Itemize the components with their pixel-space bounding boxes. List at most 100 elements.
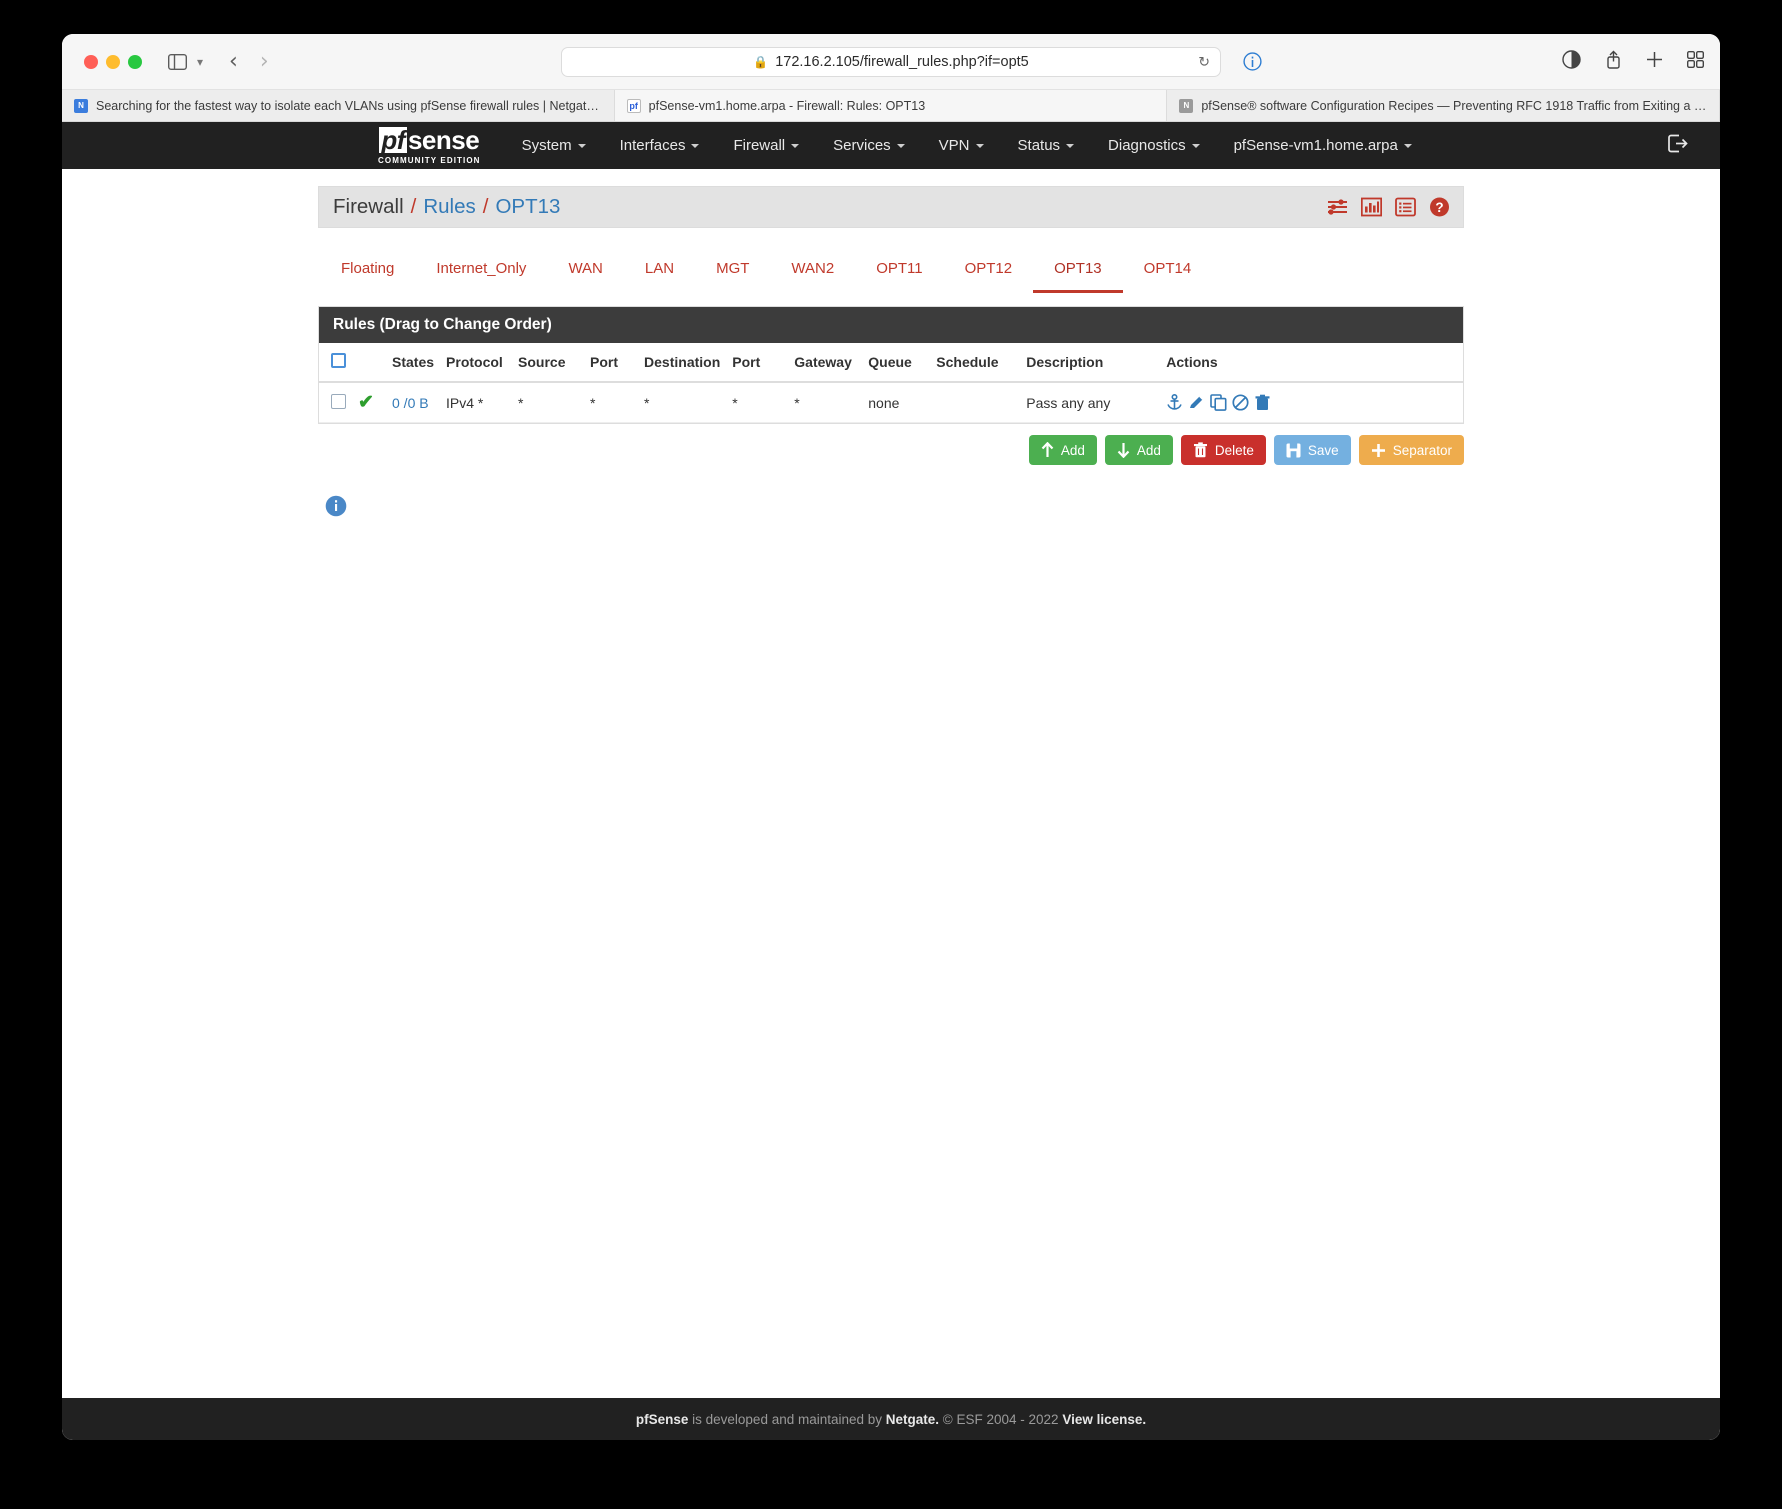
page-footer: pfSense is developed and maintained by N… [62,1398,1720,1440]
delete-button-label: Delete [1214,442,1254,458]
row-schedule [930,382,1021,423]
chevron-down-icon [896,144,905,149]
add-rule-bottom-button[interactable]: Add [1104,435,1173,465]
browser-tab-title: pfSense® software Configuration Recipes … [1201,98,1708,113]
nav-item-interfaces[interactable]: Interfaces [603,122,717,169]
nav-item-status[interactable]: Status [1001,122,1092,169]
column-source-port: Port [584,343,639,383]
list-icon[interactable] [1395,197,1416,218]
breadcrumb-separator: / [410,195,417,218]
breadcrumb-rules-link[interactable]: Rules [423,195,475,218]
maximize-window-button[interactable] [128,54,142,69]
copy-icon[interactable] [1210,394,1227,411]
browser-window: ▾ ‹ › 🔒 172.16.2.105/firewall_rules.php?… [62,34,1720,1440]
tab-opt14[interactable]: OPT14 [1123,250,1213,293]
browser-tab-0[interactable]: N Searching for the fastest way to isola… [62,90,615,121]
tab-internet-only[interactable]: Internet_Only [415,250,547,293]
anchor-icon[interactable] [1166,394,1183,411]
pfsense-logo[interactable]: pf sense COMMUNITY EDITION [378,126,481,165]
share-icon[interactable] [1605,50,1622,74]
edit-icon[interactable] [1188,394,1205,411]
column-destination: Destination [638,343,727,383]
delete-icon[interactable] [1254,394,1271,411]
pfsense-favicon: pf [626,98,641,113]
nav-item-services[interactable]: Services [816,122,922,169]
column-gateway: Gateway [788,343,863,383]
pass-check-icon[interactable]: ✔ [358,392,374,413]
reader-mode-icon[interactable] [1562,49,1581,74]
tab-opt13[interactable]: OPT13 [1033,250,1123,293]
page-info-icon[interactable] [1243,52,1262,71]
row-source-port: * [584,382,639,423]
sliders-icon[interactable] [1327,197,1348,218]
separator-button[interactable]: Separator [1358,435,1464,465]
breadcrumb-icons: ? [1327,197,1450,218]
browser-tab-1[interactable]: pf pfSense-vm1.home.arpa - Firewall: Rul… [614,90,1168,121]
chevron-down-icon [791,144,800,149]
tab-lan[interactable]: LAN [624,250,695,293]
rules-table-body: ✔ 0 /0 B IPv4 * * * * * * none Pass any … [319,382,1463,423]
footer-text: pfSense is developed and maintained by N… [636,1412,1146,1427]
forward-button[interactable]: › [260,50,269,73]
community-edition-label: COMMUNITY EDITION [378,155,481,165]
row-dest-port: * [726,382,789,423]
tab-wan[interactable]: WAN [547,250,623,293]
row-status-cell: ✔ [352,382,386,423]
row-protocol: IPv4 * [440,382,513,423]
legend-info-icon[interactable] [325,495,1464,522]
delete-button[interactable]: Delete [1180,435,1266,465]
row-states-link[interactable]: 0 /0 B [392,395,429,411]
add-rule-bottom-label: Add [1136,442,1161,458]
footer-license-link[interactable]: View license. [1062,1412,1146,1427]
close-window-button[interactable] [84,54,98,69]
tab-opt12[interactable]: OPT12 [944,250,1034,293]
row-checkbox[interactable] [331,393,346,409]
tab-opt11[interactable]: OPT11 [855,250,943,293]
help-icon[interactable]: ? [1429,197,1450,218]
logout-icon[interactable] [1668,134,1688,157]
breadcrumb-text: Firewall / Rules / OPT13 [333,195,560,219]
lock-icon: 🔒 [753,54,769,69]
tab-floating[interactable]: Floating [320,250,415,293]
back-button[interactable]: ‹ [229,50,238,73]
row-actions [1160,382,1463,423]
browser-toolbar-right [1562,49,1704,74]
add-rule-top-button[interactable]: Add [1028,435,1097,465]
address-bar[interactable]: 🔒 172.16.2.105/firewall_rules.php?if=opt… [561,46,1221,77]
reload-icon[interactable]: ↻ [1198,53,1210,70]
rules-table: States Protocol Source Port Destination … [319,343,1463,423]
window-traffic-lights [84,54,142,69]
browser-tab-title: pfSense-vm1.home.arpa - Firewall: Rules:… [648,98,926,113]
select-all-checkbox[interactable] [331,353,346,368]
save-button[interactable]: Save [1273,435,1351,465]
breadcrumb-opt13-link[interactable]: OPT13 [495,195,560,218]
sidebar-chevron-down-icon[interactable]: ▾ [197,55,203,69]
sidebar-toggle-icon[interactable] [168,53,187,70]
disable-icon[interactable] [1232,394,1249,411]
column-states: States [386,343,441,383]
rules-table-head: States Protocol Source Port Destination … [319,343,1463,383]
table-header-row: States Protocol Source Port Destination … [319,343,1463,383]
minimize-window-button[interactable] [106,54,120,69]
table-row[interactable]: ✔ 0 /0 B IPv4 * * * * * * none Pass any … [319,382,1463,423]
docs-favicon: N [1179,98,1194,113]
footer-brand: pfSense [635,1411,689,1427]
column-schedule: Schedule [930,343,1021,383]
save-button-label: Save [1307,442,1339,458]
nav-item-vpn[interactable]: VPN [922,122,1001,169]
tab-mgt[interactable]: MGT [695,250,770,293]
nav-item-firewall[interactable]: Firewall [716,122,816,169]
nav-item-diagnostics[interactable]: Diagnostics [1091,122,1217,169]
column-dest-port: Port [726,343,789,383]
nav-item-system[interactable]: System [505,122,603,169]
separator-button-label: Separator [1392,442,1452,458]
tab-wan2[interactable]: WAN2 [770,250,855,293]
tab-overview-icon[interactable] [1686,50,1704,73]
chevron-down-icon [1403,144,1412,149]
breadcrumb-separator: / [482,195,489,218]
browser-tab-2[interactable]: N pfSense® software Configuration Recipe… [1167,90,1720,121]
new-tab-icon[interactable] [1646,51,1663,73]
bar-chart-icon[interactable] [1361,197,1382,218]
column-queue: Queue [862,343,931,383]
nav-item-hostname[interactable]: pfSense-vm1.home.arpa [1217,122,1429,169]
